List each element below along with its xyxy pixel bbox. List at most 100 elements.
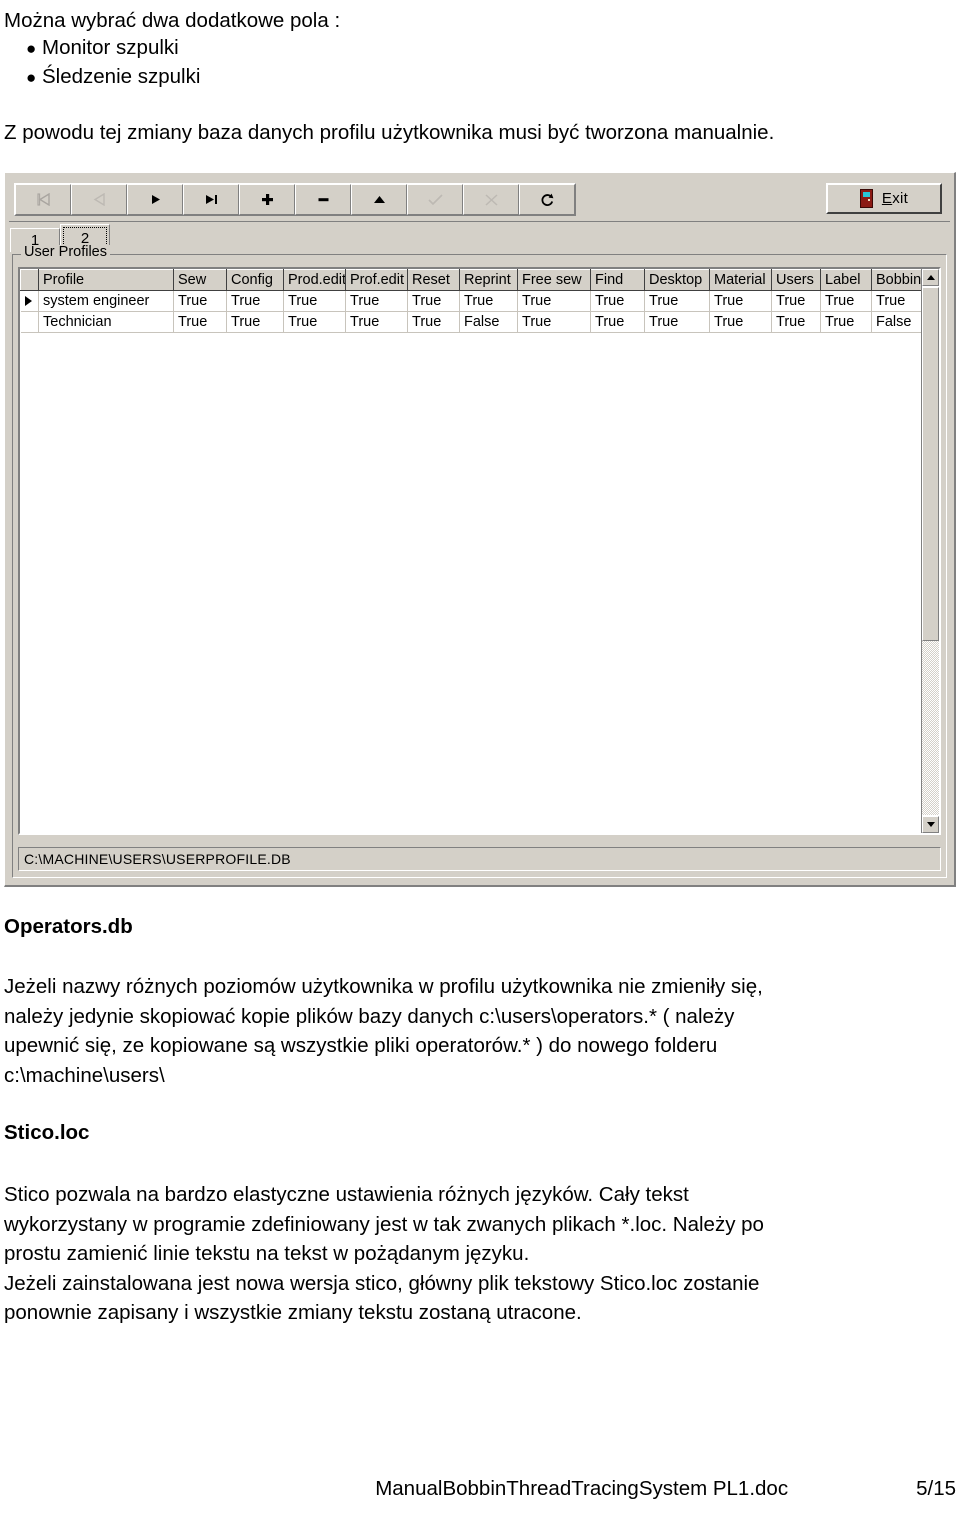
cell-reset[interactable]: True [407, 311, 460, 333]
refresh-data-button[interactable] [519, 184, 575, 215]
bullet-label: Monitor szpulki [42, 36, 179, 59]
row-indicator-current [20, 290, 39, 312]
footer-document-name: ManualBobbinThreadTracingSystem PL1.doc [375, 1477, 789, 1500]
cell-profile[interactable]: system engineer [38, 290, 174, 312]
scrollbar-track[interactable] [922, 641, 939, 815]
exit-accelerator: E [881, 190, 893, 207]
manual-creation-note: Z powodu tej zmiany baza danych profilu … [4, 121, 775, 144]
cell-config[interactable]: True [226, 311, 284, 333]
intro-line: Można wybrać dwa dodatkowe pola : [4, 9, 341, 32]
scroll-down-button[interactable] [922, 816, 939, 833]
insert-record-button[interactable] [239, 184, 295, 215]
prior-record-button[interactable] [71, 184, 127, 215]
column-header-prof-edit[interactable]: Prof.edit [345, 269, 408, 291]
record-navigator-toolbar: Exit [9, 177, 950, 222]
column-header-material[interactable]: Material [709, 269, 772, 291]
bullet-label: Śledzenie szpulki [42, 65, 201, 88]
scrollbar-thumb[interactable] [922, 287, 939, 641]
exit-button-label: Exit [882, 190, 908, 207]
row-indicator [20, 311, 39, 333]
cell-users[interactable]: True [771, 290, 821, 312]
user-profiles-groupbox: User Profiles Profile Sew Config Prod.ed… [12, 245, 947, 878]
delete-record-button[interactable] [295, 184, 351, 215]
section-line: Stico pozwala na bardzo elastyczne ustaw… [4, 1183, 689, 1206]
column-header-find[interactable]: Find [590, 269, 645, 291]
cell-sew[interactable]: True [173, 290, 227, 312]
cell-label[interactable]: True [820, 311, 872, 333]
door-exit-icon [859, 189, 873, 208]
section-line: Jeżeli nazwy różnych poziomów użytkownik… [4, 975, 763, 998]
user-profiles-app-window: Exit 1 2 User Profiles Profile Sew Confi… [4, 172, 956, 887]
cell-find[interactable]: True [590, 290, 645, 312]
section-line: wykorzystany w programie zdefiniowany je… [4, 1212, 764, 1236]
chevron-up-icon [926, 275, 935, 280]
cell-prod-edit[interactable]: True [283, 311, 346, 333]
last-record-button[interactable] [183, 184, 239, 215]
cell-config[interactable]: True [226, 290, 284, 312]
bullet-marker-icon: ● [26, 39, 37, 58]
column-header-reprint[interactable]: Reprint [459, 269, 518, 291]
grid-vertical-scrollbar[interactable] [921, 269, 939, 833]
column-header-desktop[interactable]: Desktop [644, 269, 710, 291]
column-header-free-sew[interactable]: Free sew [517, 269, 591, 291]
section-line: należy jedynie skopiować kopie plików ba… [4, 1004, 735, 1028]
table-header-row: Profile Sew Config Prod.edit Prof.edit R… [20, 269, 939, 291]
cell-label[interactable]: True [820, 290, 872, 312]
table-row[interactable]: system engineer True True True True True… [20, 290, 939, 312]
section-line: upewnić się, ze kopiowane są wszystkie p… [4, 1034, 718, 1057]
exit-button[interactable]: Exit [826, 183, 942, 214]
cell-prof-edit[interactable]: True [345, 311, 408, 333]
cell-reprint[interactable]: False [459, 311, 518, 333]
column-header-users[interactable]: Users [771, 269, 821, 291]
column-header-config[interactable]: Config [226, 269, 284, 291]
column-header-prod-edit[interactable]: Prod.edit [283, 269, 346, 291]
cell-sew[interactable]: True [173, 311, 227, 333]
scroll-up-button[interactable] [922, 269, 939, 286]
cell-material[interactable]: True [709, 311, 772, 333]
first-record-button[interactable] [15, 184, 71, 215]
footer-page-number: 5/15 [916, 1477, 956, 1500]
list-item: ● Monitor szpulki [4, 33, 200, 62]
post-edit-button[interactable] [407, 184, 463, 215]
app-client-area: Exit 1 2 User Profiles Profile Sew Confi… [6, 174, 953, 884]
user-profiles-grid[interactable]: Profile Sew Config Prod.edit Prof.edit R… [18, 267, 941, 835]
column-header-sew[interactable]: Sew [173, 269, 227, 291]
row-indicator-header [20, 269, 39, 291]
cell-prod-edit[interactable]: True [283, 290, 346, 312]
list-item: ● Śledzenie szpulki [4, 62, 200, 91]
column-header-reset[interactable]: Reset [407, 269, 460, 291]
section-body-operators-db: Jeżeli nazwy różnych poziomów użytkownik… [4, 972, 763, 1090]
database-path-statusbar: C:\MACHINE\USERS\USERPROFILE.DB [18, 847, 941, 871]
cell-find[interactable]: True [590, 311, 645, 333]
section-line: c:\machine\users\ [4, 1063, 165, 1087]
cell-reprint[interactable]: True [459, 290, 518, 312]
edit-record-button[interactable] [351, 184, 407, 215]
chevron-down-icon [926, 822, 935, 827]
section-body-stico-loc: Stico pozwala na bardzo elastyczne ustaw… [4, 1180, 764, 1328]
cell-prof-edit[interactable]: True [345, 290, 408, 312]
page-tabstrip: 1 2 [10, 224, 949, 252]
cell-desktop[interactable]: True [644, 311, 710, 333]
cell-material[interactable]: True [709, 290, 772, 312]
column-header-profile[interactable]: Profile [38, 269, 174, 291]
section-line: prostu zamienić linie tekstu na tekst w … [4, 1242, 530, 1265]
bullet-list: ● Monitor szpulki ● Śledzenie szpulki [4, 33, 200, 91]
section-line: Jeżeli zainstalowana jest nowa wersja st… [4, 1271, 760, 1295]
page-footer: ManualBobbinThreadTracingSystem PL1.doc … [4, 1477, 956, 1501]
cell-reset[interactable]: True [407, 290, 460, 312]
current-record-arrow-icon [24, 296, 32, 307]
cell-users[interactable]: True [771, 311, 821, 333]
section-heading-stico-loc: Stico.loc [4, 1121, 90, 1144]
section-line: ponownie zapisany i wszystkie zmiany tek… [4, 1301, 582, 1324]
cancel-edit-button[interactable] [463, 184, 519, 215]
exit-label-rest: xit [892, 190, 909, 207]
cell-profile[interactable]: Technician [38, 311, 174, 333]
cell-desktop[interactable]: True [644, 290, 710, 312]
next-record-button[interactable] [127, 184, 183, 215]
column-header-label[interactable]: Label [820, 269, 872, 291]
user-profiles-groupbox-label: User Profiles [21, 245, 110, 259]
bullet-marker-icon: ● [26, 68, 37, 87]
table-row[interactable]: Technician True True True True True Fals… [20, 311, 939, 333]
cell-free-sew[interactable]: True [517, 311, 591, 333]
cell-free-sew[interactable]: True [517, 290, 591, 312]
